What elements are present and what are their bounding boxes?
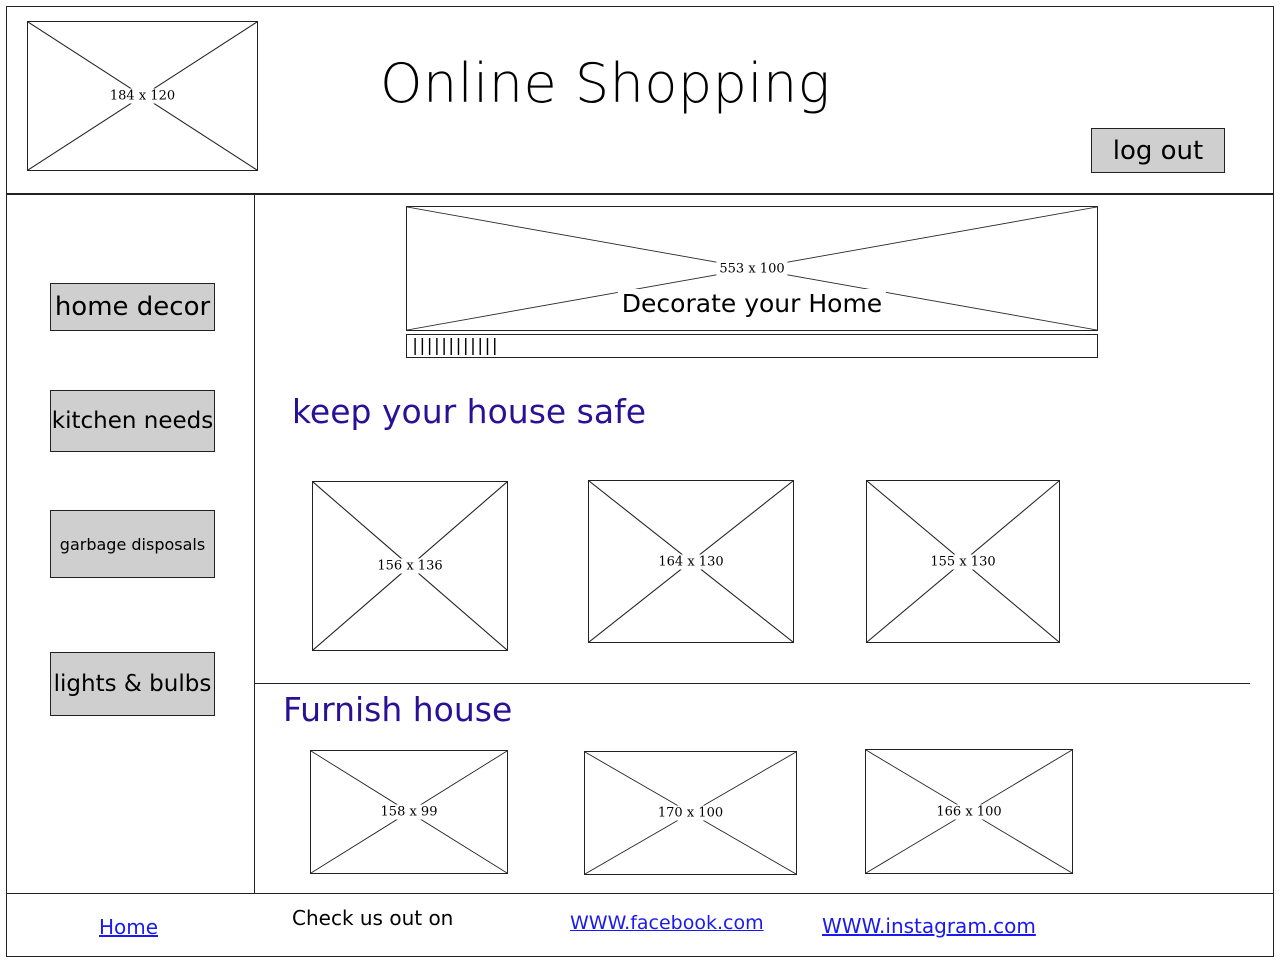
banner-caption: Decorate your Home: [617, 289, 887, 318]
product-image-placeholder[interactable]: 164 x 130: [588, 480, 794, 643]
sidebar-item-kitchen-needs[interactable]: kitchen needs: [50, 390, 215, 452]
logo-size-label: 184 x 120: [106, 88, 179, 104]
product-image-placeholder[interactable]: 156 x 136: [312, 481, 508, 651]
section-heading-furnish-house: Furnish house: [283, 690, 513, 729]
banner-image-placeholder: 553 x 100 Decorate your Home: [406, 206, 1098, 331]
product-image-placeholder[interactable]: 170 x 100: [584, 751, 797, 875]
product-image-placeholder[interactable]: 155 x 130: [866, 480, 1060, 643]
section-heading-house-safe: keep your house safe: [292, 392, 647, 431]
product-image-placeholder[interactable]: 158 x 99: [310, 750, 508, 874]
section-divider: [255, 683, 1250, 684]
banner-carousel-progress[interactable]: ||||||||||||: [406, 334, 1098, 358]
sidebar-item-home-decor[interactable]: home decor: [50, 283, 215, 331]
footer-check-us-out-text: Check us out on: [292, 906, 454, 930]
sidebar-item-garbage-disposals[interactable]: garbage disposals: [50, 510, 215, 578]
product-size-label: 155 x 130: [927, 554, 999, 569]
logout-button[interactable]: log out: [1091, 128, 1225, 173]
footer-instagram-link[interactable]: WWW.instagram.com: [822, 914, 1036, 938]
banner-size-label: 553 x 100: [716, 261, 788, 276]
logo-image-placeholder: 184 x 120: [27, 21, 258, 171]
product-size-label: 158 x 99: [377, 804, 441, 820]
footer-home-link[interactable]: Home: [99, 915, 158, 939]
product-size-label: 166 x 100: [933, 804, 1005, 819]
product-size-label: 170 x 100: [654, 805, 727, 821]
sidebar-item-lights-bulbs[interactable]: lights & bulbs: [50, 652, 215, 716]
product-size-label: 164 x 130: [655, 554, 727, 569]
carousel-progress-ticks: ||||||||||||: [410, 336, 500, 356]
product-image-placeholder[interactable]: 166 x 100: [865, 749, 1073, 874]
product-size-label: 156 x 136: [374, 558, 446, 574]
page-title: Online Shopping: [380, 52, 831, 115]
footer-facebook-link[interactable]: WWW.facebook.com: [570, 912, 764, 934]
